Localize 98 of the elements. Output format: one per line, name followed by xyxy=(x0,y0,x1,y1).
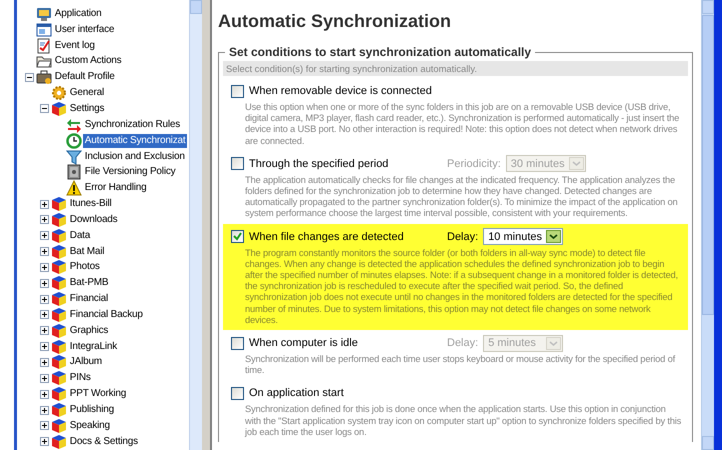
expander-icon[interactable] xyxy=(40,310,49,320)
expander-icon[interactable] xyxy=(40,390,49,399)
expander-icon[interactable] xyxy=(40,437,49,446)
caret-icon[interactable] xyxy=(546,230,562,244)
cube-icon xyxy=(50,306,67,323)
tree-item[interactable]: Itunes-Bill xyxy=(68,197,114,212)
cube-icon xyxy=(50,370,67,386)
cube-icon xyxy=(50,212,67,228)
option-description: Synchronization defined for this job is done once when the application starts. Use this option in conjunction with the "Start application system tray icon on computer start up" option to synchronize folders specified by this job each time the user logs on. xyxy=(245,403,682,438)
checkbox[interactable] xyxy=(231,157,244,170)
option-label: Through the specified period xyxy=(249,158,390,170)
tree-item[interactable]: Event log xyxy=(52,38,97,53)
dropdown-label: Periodicity: xyxy=(447,158,501,170)
cube-icon xyxy=(50,259,67,276)
option-label: On application start xyxy=(249,387,345,400)
cube-icon xyxy=(50,244,67,260)
tree-item[interactable]: Speaking xyxy=(68,418,112,433)
tree-item[interactable]: PINs xyxy=(68,371,93,386)
expander-icon[interactable] xyxy=(40,247,49,256)
tree-item[interactable]: Publishing xyxy=(68,403,116,418)
expander-icon[interactable] xyxy=(40,262,49,272)
cube-icon xyxy=(50,402,67,418)
checkbox[interactable] xyxy=(231,84,244,98)
tree-item[interactable]: Financial Backup xyxy=(68,308,145,322)
tree-item[interactable]: User interface xyxy=(52,22,116,37)
expander-icon[interactable] xyxy=(40,374,49,383)
expander-icon[interactable] xyxy=(40,104,49,114)
option-description: Use this option when one or more of the sync folders in this job are on a removable USB device (USB drive, digital camera, MP3 player, flash card reader, etc.). Synchronization is performed automatically - just insert the device into a USB port. No other interaction is required! Note: this option does not detect when network drives are connected. xyxy=(245,101,680,146)
scroll-thumb[interactable] xyxy=(702,15,714,315)
clipboard-icon xyxy=(36,38,52,54)
gear-icon xyxy=(50,85,67,102)
cube-icon xyxy=(50,338,67,355)
expander-icon[interactable] xyxy=(24,72,34,82)
dropdown-label: Delay: xyxy=(447,337,478,350)
cube-icon xyxy=(50,291,67,308)
tree-item[interactable]: Application xyxy=(52,6,104,21)
expander-icon[interactable] xyxy=(40,342,49,352)
warning-icon xyxy=(66,180,82,196)
expander-icon[interactable] xyxy=(40,421,49,430)
tree-item[interactable]: Error Handling xyxy=(82,181,148,196)
tree-item[interactable]: Docs & Settings xyxy=(68,434,140,449)
window-icon xyxy=(36,22,52,38)
checkbox[interactable] xyxy=(231,386,244,400)
tree-item[interactable]: Bat-PMB xyxy=(68,276,110,290)
checkbox[interactable] xyxy=(231,336,244,350)
arrows-icon xyxy=(66,116,82,133)
dropdown-label: Delay: xyxy=(447,230,478,243)
option-label: When removable device is connected xyxy=(249,85,433,97)
group-hint: Select condition(s) for starting synchronization automatically. xyxy=(223,61,688,76)
tree-item[interactable]: Inclusion and Exclusion xyxy=(82,150,187,164)
tree-item[interactable]: Automatic Synchronizat xyxy=(82,134,188,148)
expander-icon[interactable] xyxy=(40,200,49,209)
expander-icon[interactable] xyxy=(40,278,49,288)
cube-icon xyxy=(50,418,67,434)
tree-item[interactable]: PPT Working xyxy=(68,387,128,402)
cube-icon xyxy=(50,434,67,450)
clock-icon xyxy=(66,132,82,149)
expander-icon[interactable] xyxy=(40,294,49,304)
tree-item[interactable]: Financial xyxy=(68,292,110,306)
tree-item[interactable]: Settings xyxy=(68,102,106,116)
cube-icon xyxy=(50,275,67,292)
option-description: The application automatically checks for file changes at the indicated frequency. The application analyzes the folders defined for the synchronization job to determine how they have changed. Detected changes are automatically propagated to the partner synchronization folder(s). To minimize the impact of the application on system performance choose the largest time interval possible, consistent with your requirements. xyxy=(245,174,679,219)
option-label: When file changes are detected xyxy=(249,230,405,243)
group-legend: Set conditions to start synchronization automatically xyxy=(225,45,536,59)
tree-item[interactable]: JAlbum xyxy=(68,355,104,370)
tree-item[interactable]: Bat Mail xyxy=(68,244,106,259)
expander-icon[interactable] xyxy=(40,215,49,224)
page-title: Automatic Synchronization xyxy=(218,11,452,32)
tree-item[interactable]: Graphics xyxy=(68,324,110,338)
cube-icon xyxy=(50,322,67,339)
expander-icon[interactable] xyxy=(40,358,49,367)
funnel-icon xyxy=(66,148,82,165)
tree-item[interactable]: Default Profile xyxy=(52,70,117,84)
checkbox[interactable] xyxy=(231,230,244,244)
tree-item[interactable]: Data xyxy=(68,228,92,243)
tree-item[interactable]: General xyxy=(68,86,106,100)
tree-item[interactable]: IntegraLink xyxy=(68,340,120,354)
safe-icon xyxy=(66,164,82,180)
cube-icon xyxy=(50,386,67,402)
cube-icon xyxy=(50,228,67,244)
tree-item[interactable]: Synchronization Rules xyxy=(82,118,182,132)
expander-icon[interactable] xyxy=(40,406,49,415)
cube-icon xyxy=(50,196,67,212)
tree-item[interactable]: Photos xyxy=(68,260,102,274)
tree-item[interactable]: File Versioning Policy xyxy=(82,165,178,180)
option-description: The program constantly monitors the source folder (or both folders in all-way sync mode) to detect file changes. When any change is detected the application schedules the defined synchronization job to begin after the specified number of minutes elapses. Note: if a subsequent change in a monitored folder is detected, the synchronization job is rescheduled to execute after the specified wait period. So, the defined synchronization job does not execute until no changes in the monitored folders are detected for the specified number of minutes. Due to system limitations, this option may not detect file changes on some network devices. xyxy=(245,246,679,326)
cube-icon xyxy=(50,354,67,370)
option-description: Synchronization will be performed each time user stops keyboard or mouse activity for the specified period of time. xyxy=(245,353,676,376)
option-label: When computer is idle xyxy=(249,337,359,350)
tree-item[interactable]: Custom Actions xyxy=(52,54,124,68)
splitter[interactable] xyxy=(202,0,212,450)
expander-icon[interactable] xyxy=(40,231,49,240)
expander-icon[interactable] xyxy=(40,326,49,336)
monitor-icon xyxy=(36,6,52,22)
briefcase-icon xyxy=(36,69,52,86)
cube-icon xyxy=(50,100,67,117)
tree-item[interactable]: Downloads xyxy=(68,212,120,227)
dropdown[interactable]: 10 minutes xyxy=(483,228,564,246)
